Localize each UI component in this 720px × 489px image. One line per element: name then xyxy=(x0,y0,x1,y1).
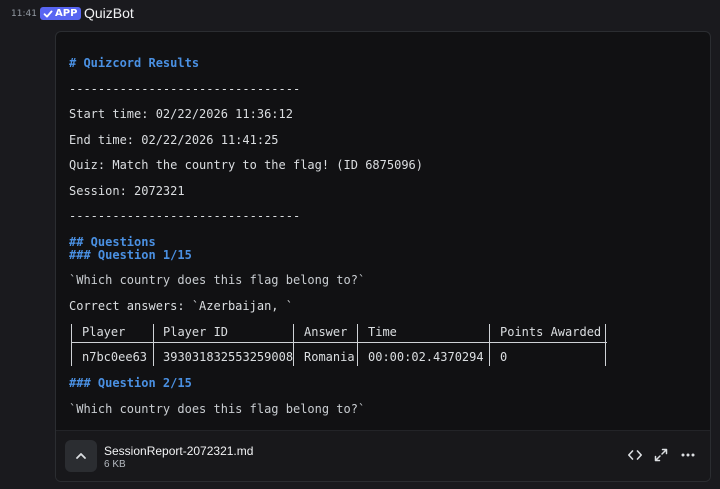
report-title: # Quizcord Results xyxy=(69,56,200,70)
table-cell: 00:00:02.4370294 xyxy=(368,350,484,364)
table-header: Player xyxy=(82,325,126,339)
chevron-up-icon xyxy=(76,453,86,459)
message-header: 11:41 APP QuizBot xyxy=(0,0,720,28)
table-cell: n7bc0ee63 xyxy=(82,350,148,364)
file-preview: # Quizcord Results ---------------------… xyxy=(56,32,710,430)
app-badge-label: APP xyxy=(55,8,78,19)
expand-icon xyxy=(654,448,668,462)
start-time-line: Start time: 02/22/2026 11:36:12 xyxy=(69,107,293,121)
view-source-button[interactable] xyxy=(626,446,644,464)
question-heading: ### Question 2/15 xyxy=(69,376,192,390)
attachment-footer: SessionReport-2072321.md 6 KB xyxy=(56,430,710,481)
table-header: Answer xyxy=(304,325,348,339)
questions-heading: ## Questions xyxy=(69,235,156,249)
file-attachment: # Quizcord Results ---------------------… xyxy=(55,31,711,482)
answers-table: Player Player ID Answer Time Points Awar… xyxy=(71,322,607,366)
quiz-line: Quiz: Match the country to the flag! (ID… xyxy=(69,158,424,172)
question-heading: ### Question 1/15 xyxy=(69,248,192,262)
file-size: 6 KB xyxy=(104,459,126,470)
table-header: Player ID xyxy=(163,325,229,339)
code-icon xyxy=(628,450,642,460)
end-time-line: End time: 02/22/2026 11:41:25 xyxy=(69,133,279,147)
more-options-button[interactable] xyxy=(679,446,697,464)
author-name[interactable]: QuizBot xyxy=(84,5,134,21)
question-text: `Which country does this flag belong to?… xyxy=(69,402,366,416)
table-header: Time xyxy=(368,325,397,339)
question-text: `Which country does this flag belong to?… xyxy=(69,273,366,287)
more-icon xyxy=(681,453,695,457)
table-cell: 393031832553259008 xyxy=(163,350,294,364)
table-cell: Romania xyxy=(304,350,355,364)
expand-preview-button[interactable] xyxy=(65,440,97,472)
table-cell: 0 xyxy=(500,350,508,364)
checkmark-icon xyxy=(43,10,53,17)
separator-line: -------------------------------- xyxy=(69,209,301,223)
app-badge: APP xyxy=(40,7,82,20)
correct-answers-line: Correct answers: `Azerbaijan, ` xyxy=(69,299,293,313)
expand-button[interactable] xyxy=(652,446,670,464)
message-timestamp: 11:41 xyxy=(11,9,37,19)
table-header: Points Awarded xyxy=(500,325,602,339)
separator-line: -------------------------------- xyxy=(69,82,301,96)
file-name-link[interactable]: SessionReport-2072321.md xyxy=(104,444,253,458)
session-line: Session: 2072321 xyxy=(69,184,185,198)
